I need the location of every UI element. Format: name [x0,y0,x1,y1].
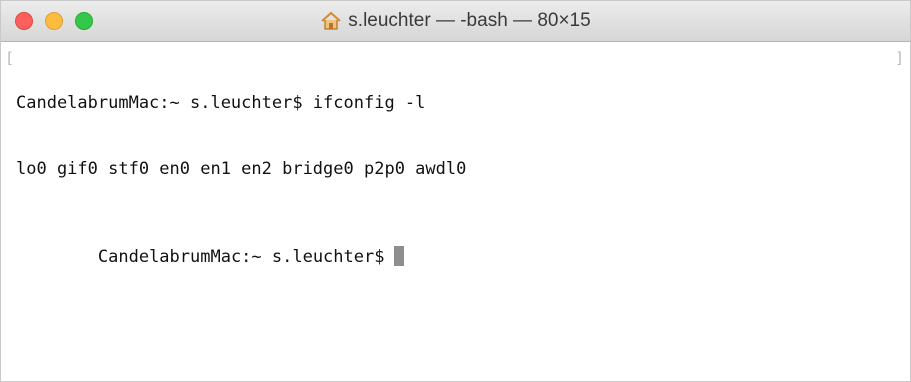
terminal-content[interactable]: [ ] CandelabrumMac:~ s.leuchter$ ifconfi… [1,42,910,381]
terminal-command-line: CandelabrumMac:~ s.leuchter$ ifconfig -l [16,93,426,113]
cursor-block [394,246,405,266]
terminal-output[interactable]: CandelabrumMac:~ s.leuchter$ ifconfig -l… [16,48,466,290]
right-bracket-marker: ] [894,49,904,67]
home-icon [320,11,342,31]
terminal-window: s.leuchter — -bash — 80×15 [ ] Candelabr… [0,0,911,382]
left-bracket-marker: [ [5,49,15,67]
window-title-text: s.leuchter — -bash — 80×15 [348,10,591,31]
terminal-output-line: lo0 gif0 stf0 en0 en1 en2 bridge0 p2p0 a… [16,159,467,179]
terminal-prompt: CandelabrumMac:~ s.leuchter$ [97,247,385,267]
terminal-prompt-line[interactable]: CandelabrumMac:~ s.leuchter$ [16,224,466,267]
title-bar[interactable]: s.leuchter — -bash — 80×15 [1,1,910,42]
window-title: s.leuchter — -bash — 80×15 [1,1,910,41]
